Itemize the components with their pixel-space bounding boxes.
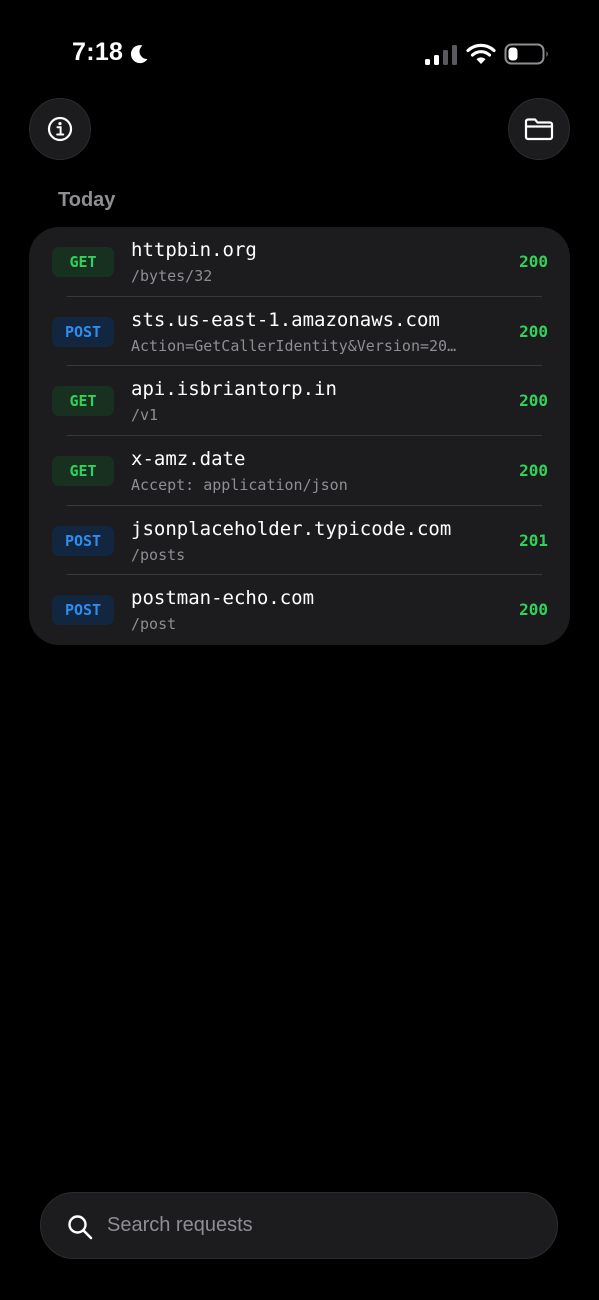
request-host: jsonplaceholder.typicode.com — [131, 517, 452, 540]
status-code: 200 — [519, 461, 548, 481]
request-path: Accept: application/json — [131, 476, 348, 495]
method-badge: POST — [52, 525, 114, 556]
status-code: 200 — [519, 391, 548, 411]
status-time: 7:18 — [72, 38, 124, 66]
battery-icon — [504, 43, 548, 65]
search-bar[interactable] — [40, 1192, 558, 1259]
info-icon — [47, 116, 73, 142]
moon-icon — [130, 45, 148, 64]
status-code: 200 — [519, 321, 548, 341]
request-row[interactable]: GET api.isbriantorp.in /v1 200 — [29, 366, 570, 437]
request-path: /post — [131, 615, 177, 634]
status-bar: 7:18 — [0, 0, 599, 100]
search-icon — [68, 1215, 93, 1240]
request-path: /v1 — [131, 406, 159, 425]
request-host: api.isbriantorp.in — [131, 378, 337, 401]
request-path: /posts — [131, 545, 186, 564]
method-badge: GET — [52, 247, 114, 277]
method-badge: POST — [52, 595, 114, 626]
signal-icon — [425, 45, 457, 65]
wifi-icon — [466, 43, 496, 64]
request-row[interactable]: POST jsonplaceholder.typicode.com /posts… — [29, 506, 570, 576]
method-badge: POST — [52, 316, 114, 347]
request-row[interactable]: GET x-amz.date Accept: application/json … — [29, 436, 570, 506]
folder-button[interactable] — [508, 98, 570, 160]
request-host: x-amz.date — [131, 448, 246, 471]
request-path: /bytes/32 — [131, 267, 213, 285]
request-host: postman-echo.com — [131, 587, 315, 610]
request-list: GET httpbin.org /bytes/32 200 POST sts.u… — [29, 227, 570, 645]
request-host: httpbin.org — [131, 239, 257, 261]
request-path: Action=GetCallerIdentity&Version=20… — [131, 336, 457, 355]
screen: 7:18 Today GET httpbin.org /bytes/32 200… — [0, 0, 599, 1300]
folder-icon — [524, 118, 554, 141]
request-row[interactable]: POST sts.us-east-1.amazonaws.com Action=… — [29, 297, 570, 367]
search-input[interactable] — [107, 1193, 537, 1258]
request-host: sts.us-east-1.amazonaws.com — [131, 308, 440, 331]
status-code: 200 — [519, 252, 548, 271]
request-row[interactable]: POST postman-echo.com /post 200 — [29, 575, 570, 645]
method-badge: GET — [52, 456, 114, 487]
status-code: 201 — [519, 530, 548, 550]
method-badge: GET — [52, 386, 114, 417]
info-button[interactable] — [29, 98, 91, 160]
request-row[interactable]: GET httpbin.org /bytes/32 200 — [29, 227, 570, 297]
section-header-today: Today — [58, 189, 116, 211]
status-code: 200 — [519, 600, 548, 620]
